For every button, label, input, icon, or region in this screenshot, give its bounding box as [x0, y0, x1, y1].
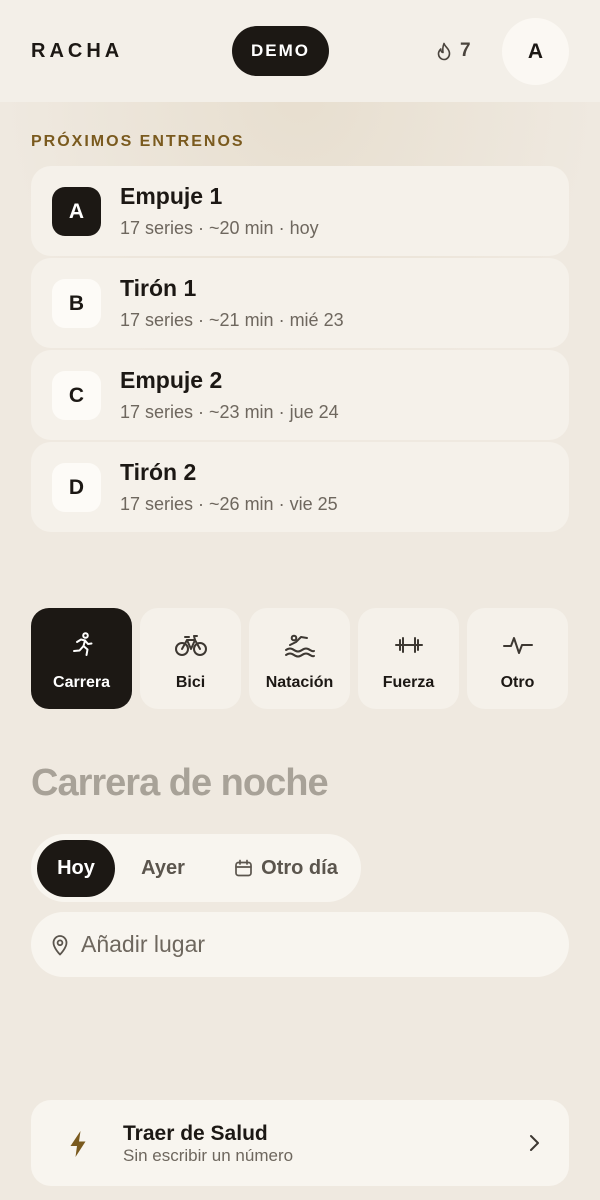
pulse-icon: [500, 630, 536, 660]
activity-type-otro[interactable]: Otro: [467, 608, 568, 709]
workout-item[interactable]: B Tirón 1 17 series · ~21 min · mié 23: [31, 258, 569, 348]
dumbbell-icon: [391, 630, 427, 660]
place-input[interactable]: Añadir lugar: [31, 912, 569, 977]
workout-item[interactable]: C Empuje 2 17 series · ~23 min · jue 24: [31, 350, 569, 440]
workout-title: Empuje 1: [120, 183, 223, 209]
activity-type-selector: Carrera Bici Natación Fuerza Otro: [31, 608, 569, 709]
swimming-icon: [282, 630, 318, 660]
location-pin-icon: [51, 934, 69, 956]
app-header: RACHA DEMO 7 A: [0, 0, 600, 102]
brand-logo: RACHA: [31, 40, 124, 62]
activity-type-fuerza[interactable]: Fuerza: [358, 608, 459, 709]
workout-item[interactable]: A Empuje 1 17 series · ~20 min · hoy: [31, 166, 569, 256]
bicycle-icon: [173, 630, 209, 660]
chevron-right-icon: [527, 1133, 541, 1153]
streak-counter[interactable]: 7: [436, 38, 471, 64]
workout-subtitle: 17 series · ~26 min · vie 25: [120, 494, 338, 514]
activity-type-label: Otro: [500, 673, 535, 691]
upcoming-workouts-heading: PRÓXIMOS ENTRENOS: [31, 133, 245, 150]
activity-type-label: Natación: [265, 673, 334, 691]
workout-subtitle: 17 series · ~20 min · hoy: [120, 218, 319, 238]
workout-badge: B: [52, 279, 101, 328]
activity-type-carrera[interactable]: Carrera: [31, 608, 132, 709]
workout-badge: A: [52, 187, 101, 236]
health-import-subtitle: Sin escribir un número: [123, 1146, 294, 1165]
day-option-hoy[interactable]: Hoy: [37, 840, 115, 897]
workout-title: Empuje 2: [120, 367, 223, 393]
workout-badge: D: [52, 463, 101, 512]
workout-title: Tirón 1: [120, 275, 197, 301]
day-option-otro-dia[interactable]: Otro día: [221, 840, 351, 897]
calendar-icon: [234, 859, 253, 878]
activity-type-bici[interactable]: Bici: [140, 608, 241, 709]
day-selector: Hoy Ayer Otro día: [31, 834, 361, 902]
workout-badge: C: [52, 371, 101, 420]
workout-subtitle: 17 series · ~21 min · mié 23: [120, 310, 344, 330]
activity-type-label: Fuerza: [382, 673, 435, 691]
workout-item[interactable]: D Tirón 2 17 series · ~26 min · vie 25: [31, 442, 569, 532]
demo-button[interactable]: DEMO: [232, 26, 329, 76]
day-option-label: Otro día: [261, 857, 338, 879]
activity-type-label: Bici: [175, 673, 206, 691]
avatar[interactable]: A: [502, 18, 569, 85]
workout-title: Tirón 2: [120, 459, 197, 485]
activity-title-input[interactable]: [31, 757, 569, 809]
day-option-ayer[interactable]: Ayer: [123, 840, 203, 897]
health-import-card[interactable]: Traer de Salud Sin escribir un número: [31, 1100, 569, 1186]
upcoming-workouts-list: A Empuje 1 17 series · ~20 min · hoy B T…: [31, 166, 569, 534]
activity-type-label: Carrera: [53, 673, 110, 691]
activity-type-natacion[interactable]: Natación: [249, 608, 350, 709]
place-placeholder: Añadir lugar: [81, 931, 206, 957]
workout-subtitle: 17 series · ~23 min · jue 24: [120, 402, 339, 422]
streak-count: 7: [460, 40, 471, 61]
running-icon: [64, 630, 100, 660]
lightning-icon: [68, 1130, 88, 1158]
flame-icon: [436, 42, 452, 61]
health-import-title: Traer de Salud: [123, 1122, 268, 1145]
